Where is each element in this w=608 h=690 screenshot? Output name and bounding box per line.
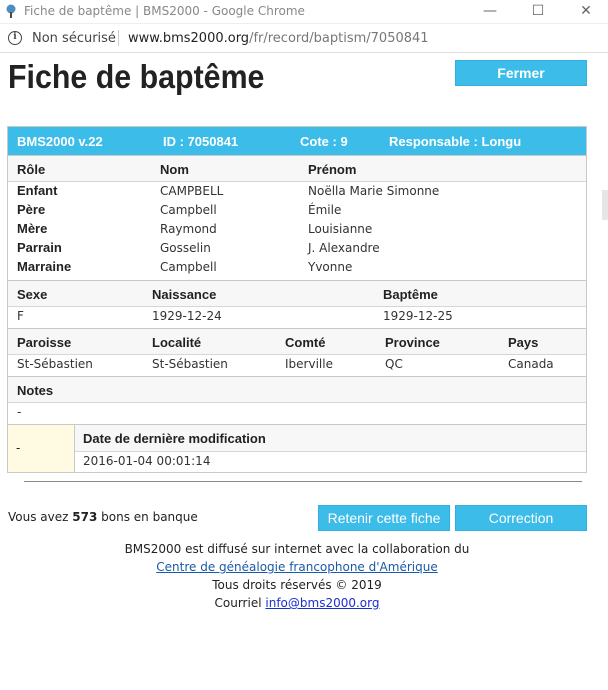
- page-title: Fiche de baptême: [8, 58, 265, 95]
- correction-button[interactable]: Correction: [455, 505, 587, 531]
- table-row: Père Campbell Émile: [8, 201, 586, 220]
- col-nom-header: Nom: [160, 162, 189, 177]
- table-row: Marraine Campbell Yvonne: [8, 258, 586, 277]
- col-role-header: Rôle: [17, 162, 46, 177]
- person-role: Marraine: [17, 259, 72, 274]
- province-value: QC: [385, 357, 403, 371]
- col-localite-header: Localité: [152, 335, 202, 350]
- record-header: BMS2000 v.22 ID : 7050841 Cote : 9 Respo…: [8, 127, 586, 155]
- table-row: -: [8, 403, 586, 422]
- paroisse-value: St-Sébastien: [17, 357, 93, 371]
- info-icon[interactable]: i: [8, 31, 22, 45]
- person-prenom: Noëlla Marie Simonne: [308, 184, 440, 198]
- url-path: /fr/record/baptism/7050841: [249, 31, 429, 46]
- modification-header-row: Date de dernière modification: [75, 425, 586, 452]
- col-paroisse-header: Paroisse: [17, 335, 72, 350]
- modification-section: - Date de dernière modification 2016-01-…: [8, 424, 586, 472]
- url-text[interactable]: www.bms2000.org/fr/record/baptism/705084…: [128, 31, 429, 46]
- col-comte-header: Comté: [285, 335, 326, 350]
- balance-count: 573: [72, 510, 98, 524]
- record-responsable: Responsable : Longu: [389, 134, 522, 149]
- col-sexe-header: Sexe: [17, 287, 48, 302]
- table-row: Mère Raymond Louisianne: [8, 220, 586, 239]
- email-link[interactable]: info@bms2000.org: [265, 596, 379, 610]
- dates-section: Sexe Naissance Baptême F 1929-12-24 1929…: [8, 280, 586, 328]
- table-row: Enfant CAMPBELL Noëlla Marie Simonne: [8, 182, 586, 201]
- window-title: Fiche de baptême | BMS2000 - Google Chro…: [24, 4, 305, 18]
- tree-icon: [6, 4, 16, 18]
- record-cote: Cote : 9: [300, 134, 348, 149]
- keep-record-button[interactable]: Retenir cette fiche: [318, 505, 450, 531]
- modification-detail: Date de dernière modification 2016-01-04…: [75, 425, 586, 472]
- modification-value: 2016-01-04 00:01:14: [83, 454, 211, 468]
- footer-rights: Tous droits réservés © 2019: [212, 578, 382, 592]
- col-province-header: Province: [385, 335, 440, 350]
- table-row: 2016-01-04 00:01:14: [75, 452, 586, 471]
- person-prenom: Émile: [308, 203, 342, 217]
- person-role: Enfant: [17, 183, 58, 198]
- person-role: Parrain: [17, 240, 62, 255]
- person-nom: Campbell: [160, 260, 217, 274]
- col-pays-header: Pays: [508, 335, 539, 350]
- table-row: St-Sébastien St-Sébastien Iberville QC C…: [8, 355, 586, 374]
- col-bapteme-header: Baptême: [383, 287, 438, 302]
- address-separator: [118, 30, 119, 46]
- notes-header-row: Notes: [8, 377, 586, 403]
- places-header-row: Paroisse Localité Comté Province Pays: [8, 329, 586, 355]
- window-close-button[interactable]: ✕: [572, 2, 600, 20]
- window-titlebar: Fiche de baptême | BMS2000 - Google Chro…: [0, 0, 608, 24]
- address-bar[interactable]: i Non sécurisé www.bms2000.org/fr/record…: [0, 25, 608, 53]
- person-nom: CAMPBELL: [160, 184, 224, 198]
- dates-header-row: Sexe Naissance Baptême: [8, 281, 586, 307]
- security-label[interactable]: Non sécurisé: [32, 31, 116, 46]
- sexe-value: F: [17, 309, 24, 323]
- places-section: Paroisse Localité Comté Province Pays St…: [8, 328, 586, 376]
- person-nom: Gosselin: [160, 241, 211, 255]
- footer-mail-label: Courriel: [214, 596, 262, 610]
- person-nom: Campbell: [160, 203, 217, 217]
- footer: BMS2000 est diffusé sur internet avec la…: [0, 540, 594, 612]
- notes-section: Notes -: [8, 376, 586, 424]
- pays-value: Canada: [508, 357, 554, 371]
- person-prenom: J. Alexandre: [308, 241, 380, 255]
- comte-value: Iberville: [285, 357, 333, 371]
- maximize-button[interactable]: ☐: [524, 2, 552, 20]
- balance-suffix: bons en banque: [101, 510, 198, 524]
- notes-header: Notes: [17, 383, 54, 398]
- person-role: Mère: [17, 221, 48, 236]
- modification-marker-text: -: [16, 441, 21, 455]
- record-card: BMS2000 v.22 ID : 7050841 Cote : 9 Respo…: [7, 126, 587, 473]
- persons-header-row: Rôle Nom Prénom: [8, 156, 586, 182]
- modification-header: Date de dernière modification: [83, 431, 266, 446]
- record-id: ID : 7050841: [163, 134, 239, 149]
- naissance-value: 1929-12-24: [152, 309, 222, 323]
- minimize-button[interactable]: —: [476, 2, 504, 20]
- divider: [24, 481, 582, 482]
- record-version: BMS2000 v.22: [17, 134, 103, 149]
- table-row: Parrain Gosselin J. Alexandre: [8, 239, 586, 258]
- url-host: www.bms2000.org: [128, 31, 250, 46]
- modification-marker: -: [8, 425, 75, 472]
- balance-prefix: Vous avez: [8, 510, 69, 524]
- person-prenom: Yvonne: [308, 260, 353, 274]
- footer-collab: BMS2000 est diffusé sur internet avec la…: [124, 542, 470, 556]
- scrollbar[interactable]: [600, 54, 608, 690]
- close-button[interactable]: Fermer: [455, 60, 587, 86]
- table-row: F 1929-12-24 1929-12-25: [8, 307, 586, 326]
- balance-text: Vous avez 573 bons en banque: [8, 510, 198, 524]
- person-role: Père: [17, 202, 46, 217]
- col-naissance-header: Naissance: [152, 287, 217, 302]
- persons-section: Rôle Nom Prénom Enfant CAMPBELL Noëlla M…: [8, 155, 586, 280]
- person-prenom: Louisianne: [308, 222, 373, 236]
- bapteme-value: 1929-12-25: [383, 309, 453, 323]
- scrollbar-thumb[interactable]: [602, 190, 608, 220]
- cgfa-link[interactable]: Centre de généalogie francophone d'Améri…: [156, 560, 437, 574]
- person-nom: Raymond: [160, 222, 217, 236]
- notes-value: -: [17, 405, 22, 419]
- localite-value: St-Sébastien: [152, 357, 228, 371]
- col-prenom-header: Prénom: [308, 162, 357, 177]
